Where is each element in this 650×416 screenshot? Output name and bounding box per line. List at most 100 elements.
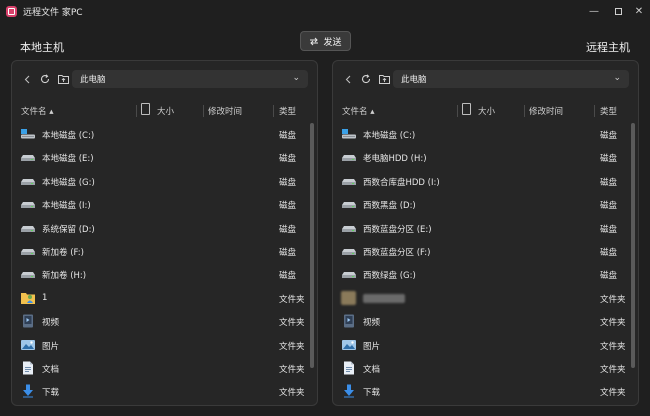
path-dropdown[interactable]: 此电脑 ⌄ [393,70,629,88]
new-file-icon[interactable] [462,103,471,115]
window-title: 远程文件 家PC [23,7,83,18]
chevron-down-icon: ⌄ [613,73,621,83]
panel-toolbar: 此电脑 ⌄ [12,69,317,89]
user-folder-icon [20,291,36,305]
file-name: 视频 [42,318,60,329]
column-divider[interactable] [136,105,137,117]
file-name: 下载 [42,388,60,399]
file-list-row[interactable]: 图片 文件夹 [12,334,317,357]
file-type: 磁盘 [279,131,297,141]
file-list-row[interactable]: 老电脑HDD (H:) 磁盘 [333,146,638,169]
refresh-button[interactable] [38,71,52,87]
back-button[interactable] [20,71,34,87]
file-name: 文档 [363,364,381,375]
drive-icon [20,221,36,235]
send-button[interactable]: 发送 [300,31,351,51]
file-type: 磁盘 [600,154,618,165]
file-list-row[interactable]: 西数黑盘 (D:) 磁盘 [333,193,638,216]
file-name: 西数黑盘 (D:) [363,201,416,212]
file-list-row[interactable]: 本地磁盘 (G:) 磁盘 [12,170,317,193]
remote-file-panel: 此电脑 ⌄ 文件名 ▴ 大小 修改时间 类型 本地磁盘 (C:) 磁盘 老电脑HDD… [332,60,639,406]
app-logo-icon [6,5,17,17]
file-name: 本地磁盘 (C:) [363,131,416,141]
column-type-header[interactable]: 类型 [279,105,296,117]
file-type: 磁盘 [600,131,618,141]
blurred-folder-icon [341,290,357,305]
file-list-row[interactable]: 文件夹 [333,287,638,310]
drive-icon [20,150,36,164]
close-button[interactable]: ✕ [627,0,650,22]
column-divider[interactable] [457,105,458,117]
title-bar: 远程文件 家PC [0,0,650,22]
file-type: 文件夹 [279,294,305,305]
file-type: 磁盘 [279,271,297,282]
column-size-header[interactable]: 大小 [478,105,495,117]
file-type: 文件夹 [279,364,305,375]
file-list-row[interactable]: 1 文件夹 [12,287,317,310]
column-size-header[interactable]: 大小 [157,105,174,117]
file-type: 文件夹 [279,388,305,399]
file-list-row[interactable]: 西数蓝盘分区 (E:) 磁盘 [333,217,638,240]
file-list-row[interactable]: 西数蓝盘分区 (F:) 磁盘 [333,240,638,263]
path-dropdown[interactable]: 此电脑 ⌄ [72,70,308,88]
file-name: 下载 [363,388,381,399]
file-type: 文件夹 [279,341,305,352]
back-button[interactable] [341,71,355,87]
refresh-button[interactable] [359,71,373,87]
file-list-row[interactable]: 本地磁盘 (C:) 磁盘 [333,123,638,146]
file-list-row[interactable]: 西数合库盘HDD (I:) 磁盘 [333,170,638,193]
file-list-row[interactable]: 图片 文件夹 [333,334,638,357]
downloads-folder-icon [341,384,357,398]
file-list-row[interactable]: 视频 文件夹 [333,310,638,333]
file-type: 文件夹 [600,294,626,305]
file-type: 磁盘 [279,201,297,212]
file-type: 磁盘 [279,177,297,188]
drive-icon [341,267,357,281]
file-list-row[interactable]: 本地磁盘 (E:) 磁盘 [12,146,317,169]
drive-icon [341,221,357,235]
file-type: 文件夹 [600,341,626,352]
swap-arrows-icon [310,37,319,45]
file-list-row[interactable]: 新加卷 (H:) 磁盘 [12,263,317,286]
column-divider[interactable] [594,105,595,117]
file-list-row[interactable]: 新加卷 (F:) 磁盘 [12,240,317,263]
parent-folder-button[interactable] [56,71,70,87]
parent-folder-button[interactable] [377,71,391,87]
file-list-row[interactable]: 下载 文件夹 [333,380,638,403]
file-name: 新加卷 (H:) [42,271,87,282]
file-list-row[interactable]: 文档 文件夹 [333,357,638,380]
chevron-left-icon [345,75,351,83]
file-name: 1 [42,292,48,303]
folder-up-icon [378,75,390,84]
column-type-header[interactable]: 类型 [600,105,617,117]
file-name: 新加卷 (F:) [42,247,84,258]
scrollbar[interactable] [631,123,635,368]
drive-icon [341,150,357,164]
blurred-name [363,293,405,303]
new-file-icon[interactable] [141,103,150,115]
file-type: 磁盘 [600,247,618,258]
file-list-row[interactable]: 下载 文件夹 [12,380,317,403]
column-name-header[interactable]: 文件名 ▴ [21,105,53,117]
column-name-header[interactable]: 文件名 ▴ [342,105,374,117]
column-mtime-header[interactable]: 修改时间 [529,105,563,117]
scrollbar[interactable] [310,123,314,368]
drive-icon [20,244,36,258]
file-name: 本地磁盘 (G:) [42,177,95,188]
file-name: 图片 [363,341,381,352]
file-name: 西数合库盘HDD (I:) [363,177,440,188]
file-list-row[interactable]: 文档 文件夹 [12,357,317,380]
file-list-row[interactable]: 本地磁盘 (I:) 磁盘 [12,193,317,216]
column-divider[interactable] [273,105,274,117]
file-list-row[interactable]: 西数绿盘 (G:) 磁盘 [333,263,638,286]
file-list-row[interactable]: 本地磁盘 (C:) 磁盘 [12,123,317,146]
file-name: 西数蓝盘分区 (E:) [363,224,432,235]
pictures-folder-icon [20,338,36,352]
file-list: 本地磁盘 (C:) 磁盘 老电脑HDD (H:) 磁盘 西数合库盘HDD (I:) 磁盘西… [333,123,638,404]
column-divider[interactable] [203,105,204,117]
minimize-button[interactable]: — [582,0,606,22]
file-list-row[interactable]: 系统保留 (D:) 磁盘 [12,217,317,240]
file-list-row[interactable]: 视频 文件夹 [12,310,317,333]
column-mtime-header[interactable]: 修改时间 [208,105,242,117]
column-divider[interactable] [524,105,525,117]
